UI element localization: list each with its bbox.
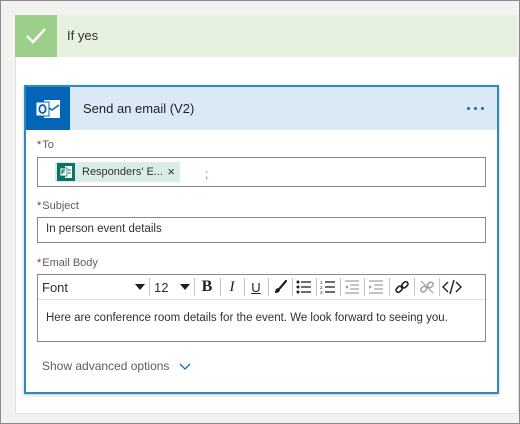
font-size-value: 12 [154,279,169,295]
required-mark: * [37,139,42,151]
italic-button[interactable]: I [222,277,242,297]
paintbrush-icon [275,279,288,293]
branch-title: If yes [67,28,99,43]
close-icon[interactable]: × [167,164,175,179]
caret-down-icon [135,284,145,290]
decrease-indent-icon [345,280,359,294]
insert-link-button[interactable] [392,277,412,297]
font-size-select[interactable]: 12 [154,278,190,296]
branch-header[interactable]: If yes [15,15,517,57]
send-email-action-card: Send an email (V2) *To Responders' E... … [24,85,499,394]
subject-value: In person event details [46,223,162,235]
numbered-list-button[interactable]: 1 2 3 [318,277,338,297]
show-advanced-options[interactable]: Show advanced options [42,359,191,373]
italic-icon: I [229,278,235,295]
toolbar-divider [389,278,390,296]
subject-field[interactable]: In person event details [37,217,486,243]
to-label-text: To [42,139,54,151]
decrease-indent-button[interactable] [342,277,362,297]
code-icon [442,279,462,295]
email-body-value: Here are conference room details for the… [46,312,448,324]
numbered-list-icon: 1 2 3 [320,280,335,294]
toolbar-divider [268,278,269,296]
to-label: *To [37,139,54,151]
font-color-button[interactable] [270,277,290,297]
unlink-icon [420,280,434,294]
toolbar-divider [194,278,195,296]
email-body-editor[interactable]: Font 12 B I U 1 2 3 Here are conference … [37,274,486,342]
increase-indent-button[interactable] [366,277,386,297]
font-family-value: Font [42,279,69,295]
email-body-label: *Email Body [37,257,98,269]
required-mark: * [37,257,42,269]
toolbar-divider [244,278,245,296]
underline-button[interactable]: U [246,277,266,297]
chevron-down-icon [179,363,191,370]
recipient-separator: ; [205,167,209,181]
bold-icon: B [201,278,213,295]
outlook-icon [26,87,70,130]
toolbar-divider [364,278,365,296]
toolbar-divider [220,278,221,296]
token-label: Responders' E... [82,166,163,178]
more-icon[interactable] [461,99,489,117]
toolbar-divider [316,278,317,296]
formatting-toolbar: Font 12 B I U 1 2 3 [38,275,485,300]
subject-label: *Subject [37,200,79,212]
toolbar-divider [340,278,341,296]
svg-text:3: 3 [320,290,323,294]
caret-down-icon [180,284,190,290]
action-header[interactable]: Send an email (V2) [26,87,497,130]
underline-icon: U [251,279,261,295]
responders-email-token[interactable]: Responders' E... × [55,162,180,182]
bulleted-list-icon [296,280,311,294]
required-mark: * [37,200,42,212]
link-icon [395,280,409,294]
remove-link-button[interactable] [417,277,437,297]
bulleted-list-button[interactable] [294,277,314,297]
action-title: Send an email (V2) [83,101,195,116]
font-family-select[interactable]: Font [42,278,145,296]
toolbar-divider [292,278,293,296]
email-body-label-text: Email Body [42,257,98,269]
to-field[interactable]: Responders' E... × ; [37,157,486,187]
toolbar-divider [439,278,440,296]
subject-label-text: Subject [42,200,79,212]
advanced-options-label: Show advanced options [42,359,170,373]
toolbar-divider [414,278,415,296]
toolbar-divider [149,278,150,296]
bold-button[interactable]: B [197,277,217,297]
increase-indent-icon [369,280,383,294]
forms-icon [57,163,75,181]
check-icon [15,15,57,57]
code-view-button[interactable] [442,277,462,297]
